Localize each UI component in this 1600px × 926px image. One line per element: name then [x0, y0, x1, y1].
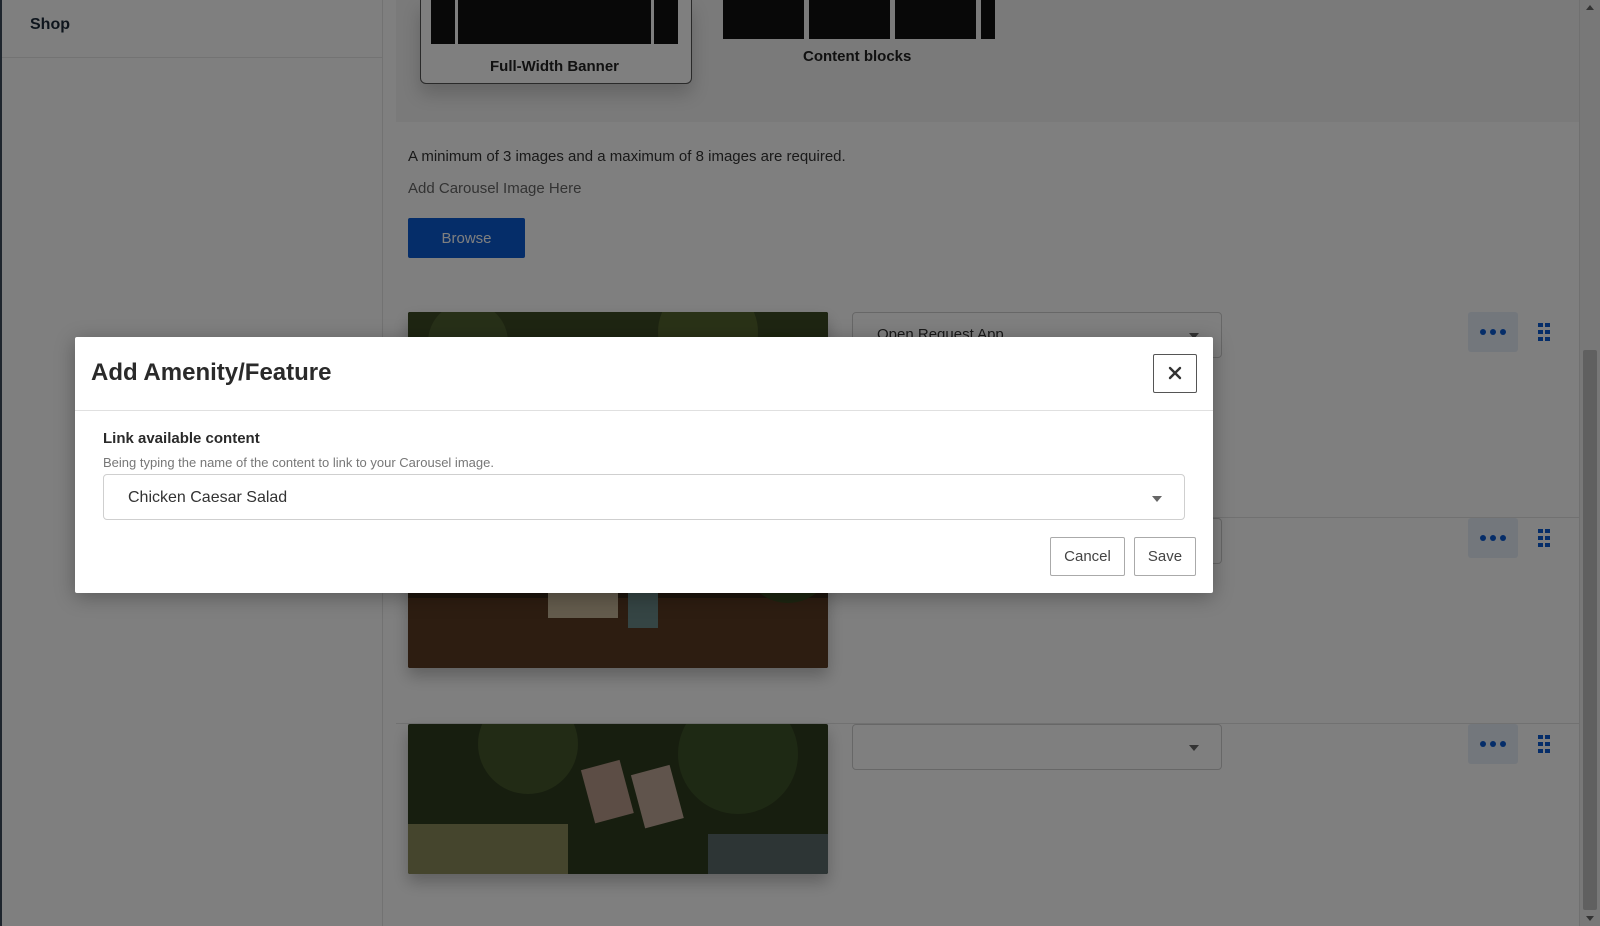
dialog-header: Add Amenity/Feature — [75, 337, 1213, 411]
cancel-button[interactable]: Cancel — [1050, 537, 1125, 576]
save-button[interactable]: Save — [1134, 537, 1196, 576]
chevron-down-icon — [1152, 496, 1162, 502]
content-select[interactable]: Chicken Caesar Salad — [103, 474, 1185, 520]
close-icon — [1168, 366, 1182, 380]
field-help-text: Being typing the name of the content to … — [103, 455, 494, 470]
close-button[interactable] — [1153, 354, 1197, 393]
field-label: Link available content — [103, 430, 260, 447]
content-select-value: Chicken Caesar Salad — [128, 489, 288, 506]
dialog-title: Add Amenity/Feature — [91, 359, 332, 386]
add-amenity-dialog: Add Amenity/Feature Link available conte… — [75, 337, 1213, 593]
